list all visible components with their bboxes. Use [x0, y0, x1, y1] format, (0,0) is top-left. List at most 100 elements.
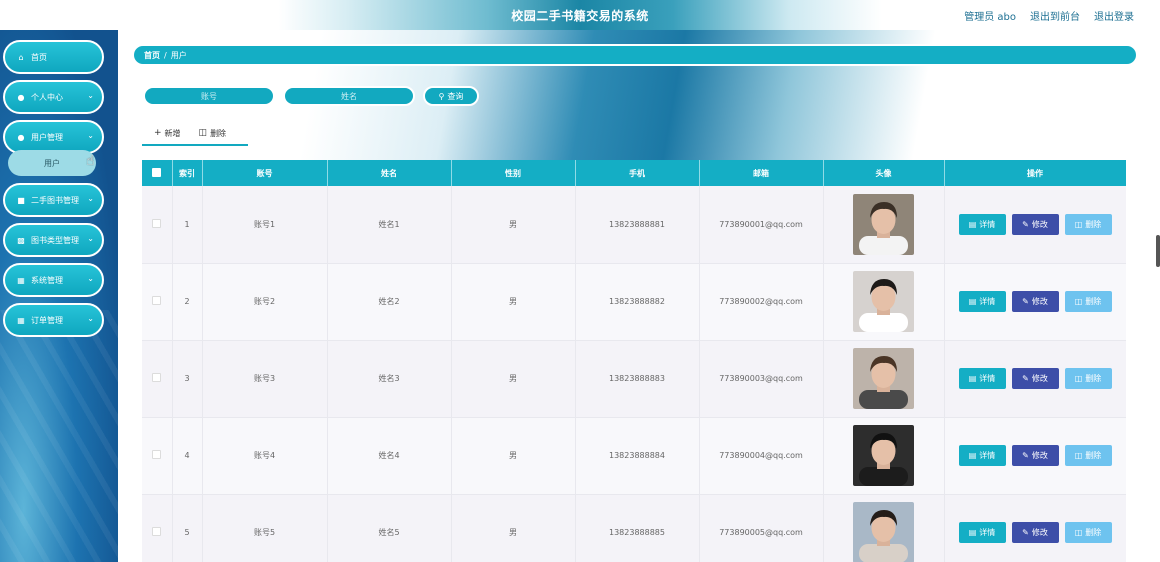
column-header: 账号 [202, 160, 328, 186]
cell-account: 账号3 [202, 340, 328, 418]
detail-button[interactable]: ▤ 详情 [958, 213, 1006, 235]
document-icon: ▤ [968, 219, 977, 229]
cell-index: 1 [172, 186, 203, 264]
sidebar-item-label: 系统管理 [31, 275, 63, 285]
edit-button[interactable]: ✎ 修改 [1011, 213, 1059, 235]
top-links: 管理员 abo 退出到前台 退出登录 [964, 8, 1134, 23]
sidebar-item-book-type-management[interactable]: ▩ 图书类型管理 ⌄ [3, 223, 104, 257]
pencil-icon: ✎ [1022, 528, 1029, 537]
chevron-down-icon: ⌄ [87, 314, 94, 323]
query-button[interactable]: ⚲ 查询 [423, 86, 479, 106]
detail-button[interactable]: ▤ 详情 [958, 522, 1006, 543]
search-bar: ⚲ 查询 [143, 86, 479, 106]
sidebar-item-home[interactable]: ⌂ 首页 [3, 40, 104, 74]
name-search-input[interactable] [283, 86, 415, 106]
delete-button[interactable]: ◫ 删除 [1064, 291, 1112, 312]
cell-actions: ▤ 详情 ✎ 修改 ◫ 删除 [944, 186, 1126, 264]
edit-button[interactable]: ✎ 修改 [1011, 291, 1059, 312]
select-all-checkbox[interactable] [142, 160, 173, 186]
delete-button[interactable]: ◫ 删除 [1064, 213, 1112, 235]
cell-account: 账号4 [202, 417, 328, 495]
breadcrumb-home[interactable]: 首页 [144, 50, 160, 61]
cell-avatar [823, 340, 945, 418]
detail-button[interactable]: ▤ 详情 [958, 368, 1006, 389]
column-header: 索引 [172, 160, 203, 186]
add-button[interactable]: + 新增 [154, 126, 181, 140]
cell-index: 5 [172, 494, 203, 562]
delete-label: 删除 [1085, 451, 1102, 460]
cell-gender: 男 [451, 340, 576, 418]
cell-account: 账号5 [202, 494, 328, 562]
chevron-down-icon: ⌄ [87, 194, 94, 203]
trash-icon: ◫ [1074, 219, 1083, 229]
cell-name: 姓名2 [327, 263, 452, 341]
delete-label: 删除 [1085, 528, 1102, 537]
add-label: 新增 [164, 128, 181, 138]
pencil-icon: ✎ [1022, 451, 1029, 460]
column-header: 头像 [823, 160, 945, 186]
avatar [853, 348, 914, 409]
column-header: 邮箱 [699, 160, 824, 186]
sidebar-item-label: 个人中心 [31, 92, 63, 102]
edit-label: 修改 [1031, 374, 1048, 383]
chevron-down-icon: ⌄ [87, 131, 94, 140]
sidebar-item-system-management[interactable]: ▦ 系统管理 ⌄ [3, 263, 104, 297]
detail-button[interactable]: ▤ 详情 [958, 291, 1006, 312]
chevron-down-icon: ⌄ [87, 91, 94, 100]
account-search-input[interactable] [143, 86, 275, 106]
column-header: 手机 [575, 160, 700, 186]
scrollbar-thumb[interactable] [1156, 235, 1160, 267]
pencil-icon: ✎ [1022, 374, 1029, 383]
row-checkbox[interactable] [142, 340, 173, 418]
cell-account: 账号2 [202, 263, 328, 341]
row-checkbox[interactable] [142, 186, 173, 264]
avatar [853, 193, 914, 255]
breadcrumb-current: 用户 [170, 50, 187, 60]
search-icon: ⚲ [438, 91, 445, 101]
logout-link[interactable]: 退出登录 [1094, 8, 1134, 23]
user-icon: ● [17, 132, 25, 142]
edit-label: 修改 [1031, 297, 1048, 306]
cell-gender: 男 [451, 417, 576, 495]
row-checkbox[interactable] [142, 494, 173, 562]
query-label: 查询 [447, 91, 464, 101]
edit-button[interactable]: ✎ 修改 [1011, 445, 1059, 466]
delete-button[interactable]: ◫ 删除 [1064, 368, 1112, 389]
detail-button[interactable]: ▤ 详情 [958, 445, 1006, 466]
document-icon: ▤ [968, 297, 977, 306]
trash-icon: ◫ [1074, 528, 1083, 537]
user-icon: ● [17, 92, 25, 102]
row-checkbox[interactable] [142, 263, 173, 341]
sidebar-item-user-management[interactable]: ● 用户管理 ⌄ [3, 120, 104, 154]
batch-delete-button[interactable]: ◫ 删除 [199, 126, 227, 140]
sidebar-item-used-book-management[interactable]: ■ 二手图书管理 ⌄ [3, 183, 104, 217]
breadcrumb-separator: / [164, 50, 167, 60]
cell-actions: ▤ 详情 ✎ 修改 ◫ 删除 [944, 417, 1126, 495]
cell-email: 773890004@qq.com [699, 417, 824, 495]
cell-avatar [823, 186, 945, 264]
delete-label: 删除 [210, 128, 227, 138]
breadcrumb: 首页 / 用户 [132, 44, 1138, 66]
cell-phone: 13823888884 [575, 417, 700, 495]
cell-email: 773890002@qq.com [699, 263, 824, 341]
cell-actions: ▤ 详情 ✎ 修改 ◫ 删除 [944, 494, 1126, 562]
sidebar-subitem-user[interactable]: 用户 [8, 150, 96, 176]
exit-to-front-link[interactable]: 退出到前台 [1030, 8, 1080, 23]
table-row: 1 账号1 姓名1 男 13823888881 773890001@qq.com… [142, 186, 1126, 264]
pencil-icon: ✎ [1022, 219, 1029, 229]
delete-button[interactable]: ◫ 删除 [1064, 522, 1112, 543]
cell-gender: 男 [451, 186, 576, 264]
grid-icon: ▦ [17, 275, 25, 285]
detail-label: 详情 [979, 219, 996, 229]
table-row: 5 账号5 姓名5 男 13823888885 773890005@qq.com… [142, 494, 1126, 562]
sidebar-item-personal-center[interactable]: ● 个人中心 ⌄ [3, 80, 104, 114]
edit-button[interactable]: ✎ 修改 [1011, 368, 1059, 389]
sidebar-item-label: 用户管理 [31, 132, 63, 142]
row-checkbox[interactable] [142, 417, 173, 495]
sidebar-item-order-management[interactable]: ▦ 订单管理 ⌄ [3, 303, 104, 337]
delete-button[interactable]: ◫ 删除 [1064, 445, 1112, 466]
edit-button[interactable]: ✎ 修改 [1011, 522, 1059, 543]
sidebar-item-label: 订单管理 [31, 315, 63, 325]
cell-avatar [823, 263, 945, 341]
column-header: 操作 [944, 160, 1126, 186]
